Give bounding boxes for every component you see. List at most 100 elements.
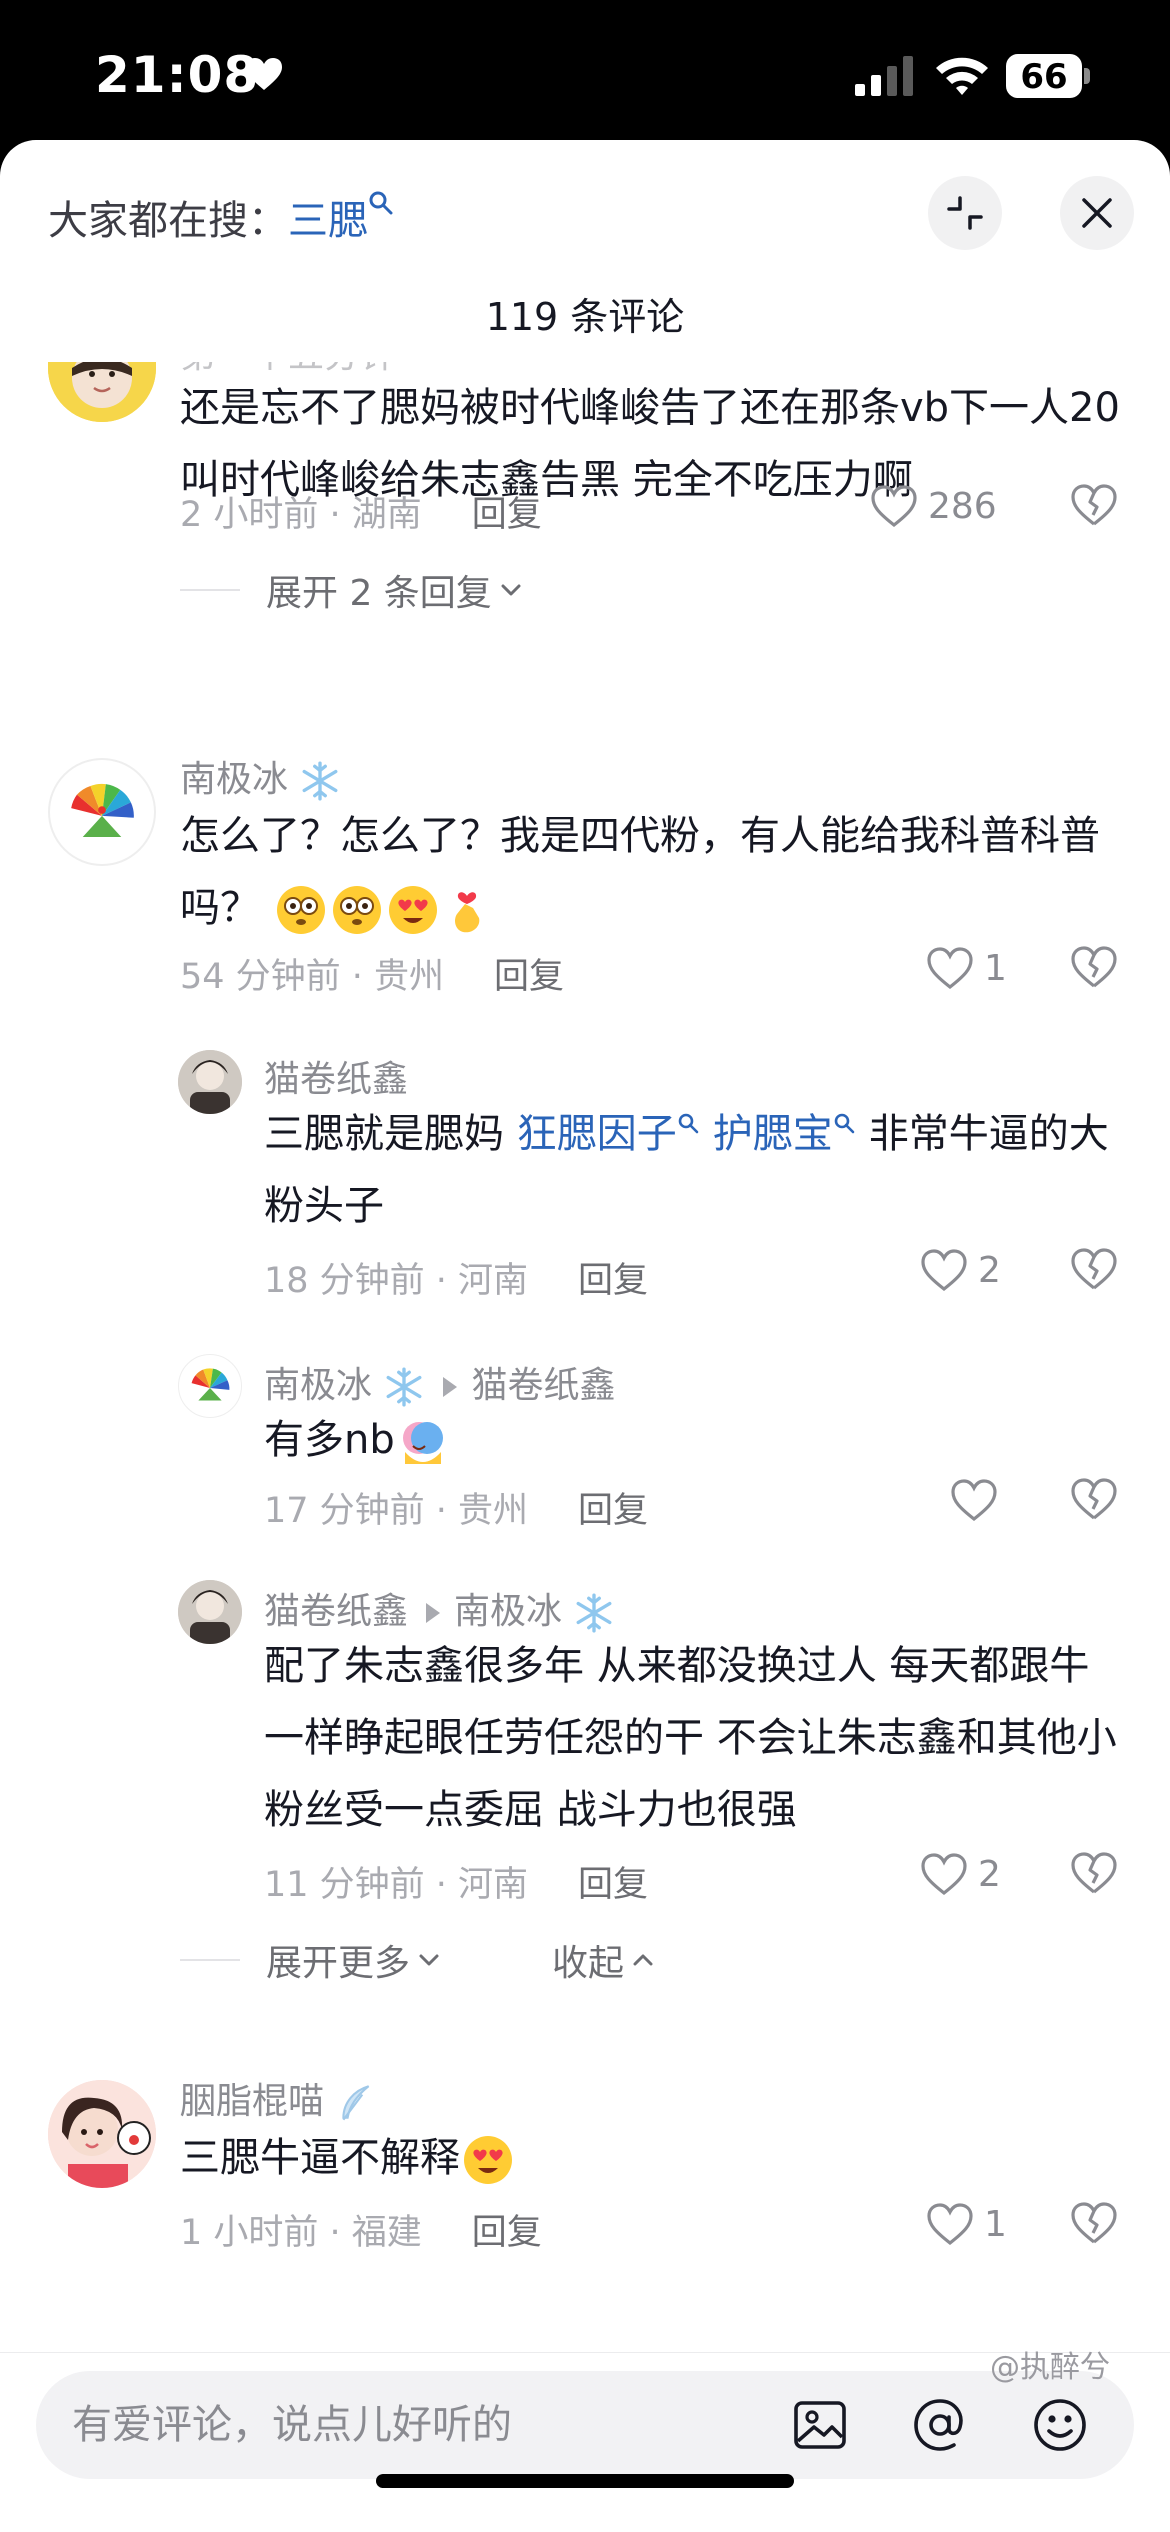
broken-heart-icon[interactable]: [1070, 2200, 1118, 2246]
like-count: 2: [978, 1853, 1001, 1895]
reply-arrow-icon: [426, 1603, 441, 1623]
reply-button[interactable]: 回复: [578, 1865, 648, 1905]
broken-heart-icon[interactable]: [1070, 482, 1118, 528]
heart-outline-icon: [927, 2203, 973, 2246]
reply-text: 配了朱志鑫很多年 从来都没换过人 每天都跟牛一样睁起眼任劳任怨的干 不会让朱志鑫…: [264, 1643, 1117, 1833]
avatar-image: [71, 783, 134, 838]
comment-username[interactable]: 南极冰: [180, 750, 341, 802]
reply-button[interactable]: 回复: [578, 1491, 648, 1531]
reply-to-username[interactable]: 猫卷纸鑫: [471, 1365, 615, 1406]
like-button[interactable]: 1: [926, 944, 1007, 992]
comment-input-box[interactable]: [36, 2371, 1134, 2479]
comment-meta: 2 小时前 · 湖南 回复: [180, 486, 542, 537]
avatar-image: [178, 1580, 242, 1644]
status-time: 21:08: [95, 46, 260, 104]
heart-outline-icon: [927, 947, 973, 990]
reply-button[interactable]: 回复: [494, 957, 564, 997]
search-icon: [678, 1113, 699, 1134]
heart-outline-icon: [921, 1853, 967, 1896]
reply-arrow-icon: [443, 1377, 458, 1397]
avatar-image: [48, 362, 156, 422]
expand-replies-button[interactable]: 展开 2 条回复: [180, 564, 524, 616]
avatar[interactable]: [48, 758, 156, 866]
reply-button[interactable]: 回复: [472, 495, 542, 535]
comment-input[interactable]: [72, 2371, 772, 2479]
heart-eyes-emoji-icon: [464, 2136, 512, 2184]
like-count: 286: [928, 485, 997, 527]
reply-text-body: 有多nb: [264, 1417, 395, 1463]
comment-meta: 54 分钟前 · 贵州 回复: [180, 948, 564, 999]
broken-heart-icon[interactable]: [1070, 1476, 1118, 1522]
at-icon[interactable]: [912, 2397, 968, 2453]
avatar[interactable]: [48, 362, 156, 422]
broken-heart-icon[interactable]: [1070, 944, 1118, 990]
cellular-signal-icon: [855, 56, 913, 96]
snowflake-icon: [303, 761, 338, 801]
username-text: 猫卷纸鑫: [264, 1591, 409, 1632]
snowflake-icon: [577, 1593, 612, 1633]
search-icon: [834, 1113, 855, 1134]
feather-icon: [342, 2085, 370, 2121]
avatar[interactable]: [178, 1050, 242, 1114]
chevron-up-icon: [633, 1954, 653, 1966]
broken-heart-icon[interactable]: [1070, 1246, 1118, 1292]
collapse-label: 收起: [552, 1943, 625, 1984]
divider: [180, 589, 240, 591]
username-text: 南极冰: [180, 759, 289, 800]
comment-username[interactable]: 胭脂棍喵: [180, 2072, 377, 2124]
like-button[interactable]: [950, 1476, 1008, 1524]
reply-text: 有多nb: [264, 1404, 1124, 1476]
expand-replies-label: 展开 2 条回复: [266, 573, 492, 614]
expand-more-button[interactable]: 展开更多: [180, 1934, 442, 1986]
reply-username[interactable]: 猫卷纸鑫: [264, 1050, 408, 1102]
wifi-icon: [936, 57, 988, 95]
collapse-replies-button[interactable]: 收起: [552, 1934, 656, 1986]
search-link[interactable]: 狂腮因子: [517, 1111, 677, 1157]
image-icon[interactable]: [792, 2397, 848, 2453]
trending-search[interactable]: 大家都在搜：三腮: [48, 188, 394, 246]
comment-meta: 1 小时前 · 福建 回复: [180, 2204, 542, 2255]
snowflake-icon: [387, 1367, 422, 1407]
reply-button[interactable]: 回复: [578, 1261, 648, 1301]
emoji-icon[interactable]: [1032, 2397, 1088, 2453]
like-count: 1: [984, 947, 1007, 989]
broken-heart-icon[interactable]: [1070, 1850, 1118, 1896]
reply-username[interactable]: 猫卷纸鑫 南极冰: [264, 1582, 615, 1634]
flushed-emoji-icon: [332, 886, 381, 934]
comment-list[interactable]: 第一个五分钟 还是忘不了腮妈被时代峰峻告了还在那条vb下一人20叫时代峰峻给朱志…: [0, 362, 1170, 2352]
hugging-emoji-icon: [402, 1422, 443, 1464]
reply-time-location: 18 分钟前 · 河南: [264, 1261, 529, 1301]
avatar[interactable]: [178, 1354, 242, 1418]
avatar[interactable]: [48, 2080, 156, 2188]
like-button[interactable]: 286: [870, 482, 997, 530]
reply-text: 三腮就是腮妈 狂腮因子 护腮宝 非常牛逼的大粉头子: [264, 1098, 1124, 1242]
search-icon: [369, 191, 393, 215]
home-indicator[interactable]: [376, 2474, 794, 2488]
chevron-down-icon: [501, 584, 521, 596]
comment-time-location: 54 分钟前 · 贵州: [180, 957, 445, 997]
trending-search-keyword[interactable]: 三腮: [288, 198, 368, 244]
heart-outline-icon: [871, 485, 917, 528]
status-bar: 21:08 66: [0, 0, 1170, 150]
collapse-button[interactable]: [928, 176, 1002, 250]
avatar[interactable]: [178, 1580, 242, 1644]
heart-outline-icon: [951, 1479, 997, 1522]
comment-count: 119 条评论: [485, 295, 685, 339]
reply-meta: 18 分钟前 · 河南 回复: [264, 1252, 648, 1303]
like-button[interactable]: 2: [920, 1246, 1001, 1294]
battery-icon: 66: [1006, 54, 1090, 98]
watermark: @执醉兮: [990, 2350, 1110, 2385]
heart-outline-icon: [921, 1249, 967, 1292]
close-icon: [1082, 198, 1112, 228]
reply-to-username[interactable]: 南极冰: [454, 1591, 562, 1632]
reply-button[interactable]: 回复: [472, 2213, 542, 2253]
close-button[interactable]: [1060, 176, 1134, 250]
avatar-image: [178, 1050, 242, 1114]
reply-text-part: 三腮就是腮妈: [264, 1111, 504, 1157]
reply-username[interactable]: 南极冰 猫卷纸鑫: [264, 1356, 615, 1408]
like-button[interactable]: 1: [926, 2200, 1007, 2248]
comment-text-body: 三腮牛逼不解释: [180, 2135, 460, 2181]
like-button[interactable]: 2: [920, 1850, 1001, 1898]
search-link[interactable]: 护腮宝: [713, 1111, 833, 1157]
expand-more-label: 展开更多: [266, 1943, 411, 1984]
